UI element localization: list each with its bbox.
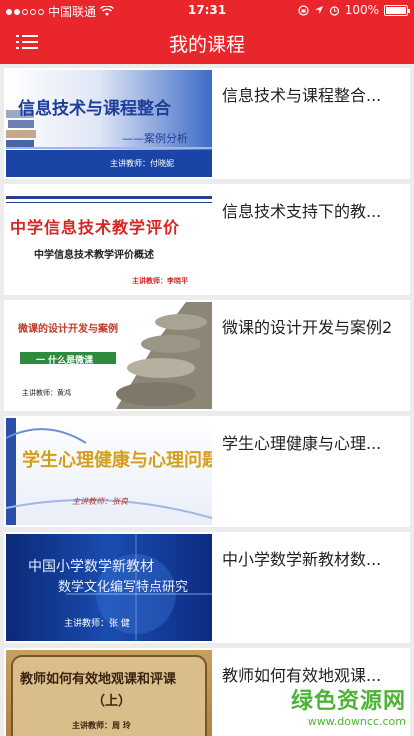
thumb-subline: 数学文化编写特点研究 — [58, 580, 189, 595]
alarm-clock-icon — [329, 5, 339, 16]
course-thumbnail: 中国小学数学新教材 数学文化编写特点研究 主讲教师：张 健 — [6, 534, 212, 641]
course-item[interactable]: 信息技术与课程整合 ——案例分析 主讲教师：付晓妮 信息技术与课程整合... — [4, 68, 410, 179]
course-item[interactable]: 学生心理健康与心理问题 主讲教师：张良 学生心理健康与心理... — [4, 416, 410, 527]
course-title: 信息技术与课程整合... — [222, 86, 382, 105]
course-thumbnail: 中学信息技术教学评价 中学信息技术教学评价概述 主讲教师：李晓平 — [6, 186, 212, 293]
battery-icon — [384, 4, 410, 16]
course-title: 信息技术支持下的教... — [222, 202, 382, 221]
course-thumbnail: 教师如何有效地观课和评课 （上） 主讲教师：周 玲 — [6, 650, 212, 736]
course-item[interactable]: 中学信息技术教学评价 中学信息技术教学评价概述 主讲教师：李晓平 信息技术支持下… — [4, 184, 410, 295]
thumb-teacher: 主讲教师：付晓妮 — [110, 159, 174, 168]
location-arrow-icon — [314, 6, 323, 14]
thumb-headline: 中国小学数学新教材 — [28, 559, 154, 575]
thumb-headline: 学生心理健康与心理问题 — [22, 450, 212, 471]
thumb-headline: 信息技术与课程整合 — [18, 99, 171, 119]
status-bar: 中国联通 17:31 100% — [0, 0, 414, 20]
thumb-teacher: 主讲教师：张良 — [72, 497, 128, 506]
course-item[interactable]: 中国小学数学新教材 数学文化编写特点研究 主讲教师：张 健 中小学数学新教材数.… — [4, 532, 410, 643]
site-watermark: 绿色资源网 www.downcc.com — [291, 683, 406, 728]
battery-percent: 100% — [344, 3, 379, 17]
thumb-teacher: 主讲教师：黄鸿 — [22, 389, 71, 397]
rotation-lock-icon — [298, 4, 309, 16]
course-thumbnail: 学生心理健康与心理问题 主讲教师：张良 — [6, 418, 212, 525]
page-title: 我的课程 — [168, 34, 245, 56]
thumb-subline: （上） — [92, 694, 132, 709]
top-navigation-bar: 我的课程 — [0, 20, 414, 64]
status-indicators: 100% — [298, 3, 410, 17]
thumb-subline: ——案例分析 — [122, 132, 188, 145]
thumb-teacher: 主讲教师：李晓平 — [132, 277, 188, 285]
book-stack-decoration — [6, 110, 212, 177]
thumb-subline: 一 什么是微课 — [36, 356, 94, 366]
thumb-teacher: 主讲教师：张 健 — [64, 619, 130, 629]
course-title: 微课的设计开发与案例2 — [222, 318, 393, 337]
thumb-teacher: 主讲教师：周 玲 — [72, 721, 131, 730]
watermark-url: www.downcc.com — [307, 715, 406, 728]
thumb-subline: 中学信息技术教学评价概述 — [34, 250, 154, 261]
watermark-brand: 绿色资源网 — [290, 689, 406, 714]
thumb-headline: 微课的设计开发与案例 — [18, 324, 118, 335]
course-title: 学生心理健康与心理... — [222, 434, 382, 453]
course-item[interactable]: 微课的设计开发与案例 一 什么是微课 主讲教师：黄鸿 微课的设计开发与案例2 — [4, 300, 410, 411]
thumb-headline: 中学信息技术教学评价 — [10, 218, 181, 237]
course-thumbnail: 微课的设计开发与案例 一 什么是微课 主讲教师：黄鸿 — [6, 302, 212, 409]
thumb-headline: 教师如何有效地观课和评课 — [20, 672, 177, 687]
course-title: 中小学数学新教材数... — [222, 550, 382, 569]
course-thumbnail: 信息技术与课程整合 ——案例分析 主讲教师：付晓妮 — [6, 70, 212, 177]
